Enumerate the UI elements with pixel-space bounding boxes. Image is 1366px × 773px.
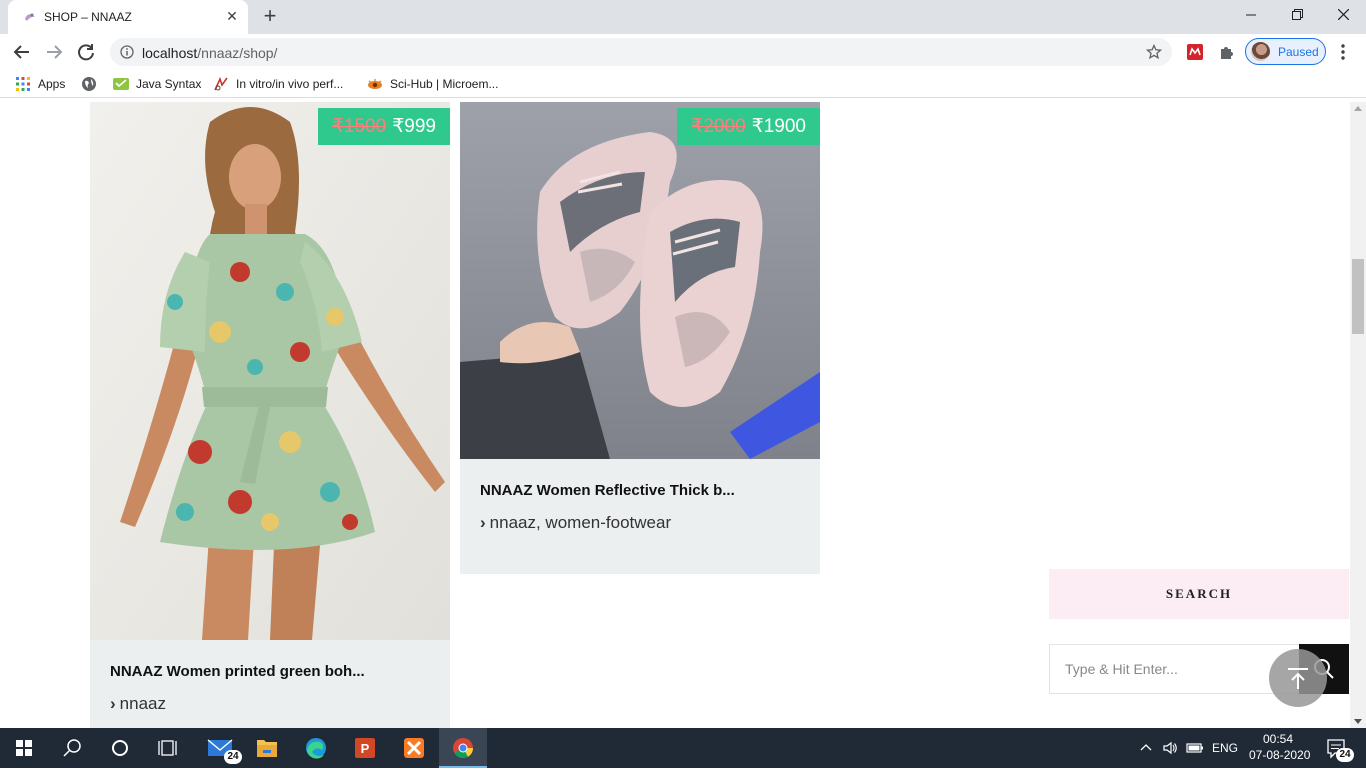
extension-red-icon[interactable] xyxy=(1187,44,1203,60)
new-tab-button[interactable]: + xyxy=(258,5,282,29)
sale-price: ₹999 xyxy=(392,116,436,137)
mail-badge: 24 xyxy=(224,750,242,764)
scroll-thumb[interactable] xyxy=(1352,259,1364,334)
bookmark-in-vitro[interactable]: In vitro/in vivo perf... xyxy=(213,76,353,92)
java-syntax-icon xyxy=(113,78,129,90)
bookmark-label: In vitro/in vivo perf... xyxy=(236,77,344,91)
windows-logo-icon xyxy=(16,740,32,756)
scroll-to-top-button[interactable] xyxy=(1269,649,1327,707)
cortana-circle-icon xyxy=(112,740,128,756)
price-badge: ₹2000 ₹1900 xyxy=(677,108,820,145)
bookmark-label: Apps xyxy=(38,77,66,91)
notification-badge: 24 xyxy=(1336,748,1354,762)
bookmark-java-syntax[interactable]: Java Syntax xyxy=(113,76,203,92)
bookmark-apps[interactable]: Apps xyxy=(15,76,75,92)
product-categories: › nnaaz xyxy=(110,694,166,714)
tab-close-icon[interactable]: ✕ xyxy=(224,8,240,24)
tab-title: SHOP – NNAAZ xyxy=(44,10,132,24)
product-categories: › nnaaz, women-footwear xyxy=(480,513,671,533)
invitro-icon xyxy=(214,76,228,91)
chevron-right-icon: › xyxy=(110,694,116,713)
svg-text:P: P xyxy=(361,741,370,756)
scroll-down-arrow-icon[interactable] xyxy=(1354,719,1362,724)
minimize-icon[interactable] xyxy=(1228,0,1274,30)
battery-icon[interactable] xyxy=(1186,740,1204,756)
taskbar-edge[interactable] xyxy=(292,728,340,768)
profile-button[interactable]: Paused xyxy=(1245,38,1326,65)
restore-icon[interactable] xyxy=(1274,0,1320,30)
volume-icon[interactable] xyxy=(1162,740,1178,756)
product-card[interactable]: ₹2000 ₹1900 NNAAZ Women Reflective Thick … xyxy=(460,102,820,574)
search-taskbar-button[interactable] xyxy=(48,728,96,768)
task-view-icon xyxy=(158,740,177,756)
search-input[interactable] xyxy=(1049,644,1299,694)
bookmark-globe[interactable] xyxy=(81,76,99,92)
product-image[interactable]: ₹2000 ₹1900 xyxy=(460,102,820,459)
bookmarks-bar: Apps Java Syntax In vitro/in vivo perf..… xyxy=(0,70,1366,98)
magnifier-icon xyxy=(63,739,81,757)
edge-browser-icon xyxy=(306,738,326,759)
arrow-up-icon xyxy=(1288,668,1308,689)
globe-icon xyxy=(82,77,96,91)
language-indicator[interactable]: ENG xyxy=(1212,741,1238,755)
browser-menu-icon[interactable] xyxy=(1336,42,1350,62)
page-scrollbar[interactable] xyxy=(1350,102,1366,728)
product-card[interactable]: ₹1500 ₹999 NNAAZ Women printed green boh.… xyxy=(90,102,450,728)
scroll-up-arrow-icon[interactable] xyxy=(1354,106,1362,111)
extensions-puzzle-icon[interactable] xyxy=(1219,44,1235,60)
start-button[interactable] xyxy=(0,728,48,768)
apps-grid-icon xyxy=(16,77,30,91)
profile-status: Paused xyxy=(1278,45,1319,59)
site-info-icon[interactable] xyxy=(120,45,134,59)
chevron-right-icon: › xyxy=(480,513,486,532)
active-tab[interactable]: SHOP – NNAAZ ✕ xyxy=(8,0,248,34)
url-host: localhost xyxy=(142,45,198,61)
forward-arrow-icon[interactable] xyxy=(40,38,68,66)
dress-photo-illustration xyxy=(90,102,450,640)
action-center-button[interactable]: 24 xyxy=(1318,728,1366,768)
original-price: ₹1500 xyxy=(331,116,387,137)
url-path: /nnaaz/shop/ xyxy=(197,45,278,61)
bookmark-label: Sci-Hub | Microem... xyxy=(390,77,499,91)
reload-icon[interactable] xyxy=(72,38,100,66)
clock-date[interactable]: 07-08-2020 xyxy=(1249,748,1310,762)
sneakers-photo-illustration xyxy=(460,102,820,459)
taskbar-mail[interactable]: 24 xyxy=(198,728,246,768)
product-title[interactable]: NNAAZ Women Reflective Thick b... xyxy=(480,482,735,499)
chrome-icon xyxy=(453,738,474,759)
powerpoint-icon: P xyxy=(355,738,375,758)
browser-toolbar: localhost/nnaaz/shop/ Paused xyxy=(0,34,1366,70)
product-image[interactable]: ₹1500 ₹999 xyxy=(90,102,450,640)
tab-strip: SHOP – NNAAZ ✕ + xyxy=(0,0,1366,34)
category-link[interactable]: nnaaz, women-footwear xyxy=(490,513,671,532)
clock-time[interactable]: 00:54 xyxy=(1263,732,1293,746)
scihub-icon xyxy=(368,79,382,89)
taskbar-file-explorer[interactable] xyxy=(243,728,291,768)
close-window-icon[interactable] xyxy=(1320,0,1366,30)
product-title[interactable]: NNAAZ Women printed green boh... xyxy=(110,663,365,680)
taskbar-chrome[interactable] xyxy=(439,728,487,768)
category-link[interactable]: nnaaz xyxy=(120,694,166,713)
taskbar-xampp[interactable] xyxy=(390,728,438,768)
url-text: localhost/nnaaz/shop/ xyxy=(142,45,277,61)
cortana-button[interactable] xyxy=(96,728,144,768)
folder-icon xyxy=(257,740,277,757)
bookmark-label: Java Syntax xyxy=(136,77,202,91)
site-favicon-icon xyxy=(25,13,35,21)
bookmark-sci-hub[interactable]: Sci-Hub | Microem... xyxy=(367,76,507,92)
taskbar-powerpoint[interactable]: P xyxy=(341,728,389,768)
avatar xyxy=(1251,42,1270,61)
windows-taskbar: 24 P ENG 00:54 07-08-2020 24 xyxy=(0,728,1366,768)
original-price: ₹2000 xyxy=(691,116,746,137)
price-badge: ₹1500 ₹999 xyxy=(317,108,450,145)
sale-price: ₹1900 xyxy=(751,116,806,137)
back-arrow-icon[interactable] xyxy=(8,38,36,66)
address-bar[interactable]: localhost/nnaaz/shop/ xyxy=(110,38,1172,66)
xampp-icon xyxy=(404,738,424,758)
chevron-up-icon[interactable] xyxy=(1139,741,1153,755)
page-viewport: ₹1500 ₹999 NNAAZ Women printed green boh.… xyxy=(0,102,1350,728)
bookmark-star-icon[interactable] xyxy=(1146,44,1162,60)
search-widget-title: SEARCH xyxy=(1049,569,1349,619)
task-view-button[interactable] xyxy=(144,728,192,768)
